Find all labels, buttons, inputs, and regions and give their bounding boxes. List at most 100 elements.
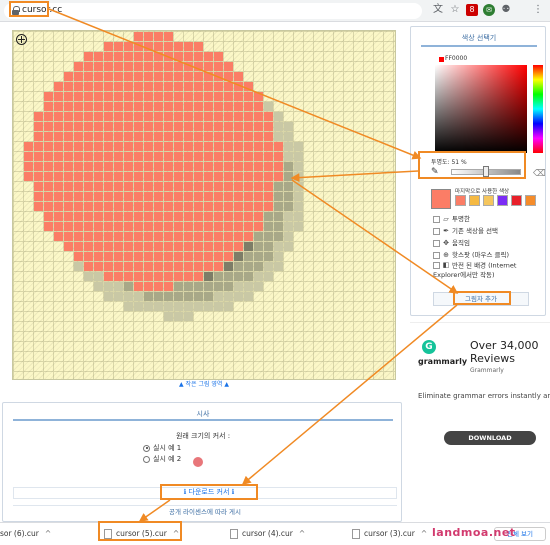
pixel-main[interactable] [224,82,233,91]
pixel-shadow[interactable] [154,292,163,301]
checkbox[interactable] [433,215,440,223]
mail-icon[interactable]: ✉ [483,4,495,16]
pixel-main[interactable] [104,242,113,251]
pixel-main[interactable] [74,232,83,241]
pixel-main[interactable] [174,242,183,251]
people-icon[interactable]: ⚉ [500,4,512,16]
pixel-shadow[interactable] [224,292,233,301]
pixel-shadow[interactable] [244,242,253,251]
pixel-shadow[interactable] [284,132,293,141]
pixel-main[interactable] [194,112,203,121]
pixel-main[interactable] [254,92,263,101]
pixel-shadow[interactable] [264,252,273,261]
pixel-shadow[interactable] [254,232,263,241]
recent-color-swatch[interactable] [511,195,522,206]
pixel-main[interactable] [124,112,133,121]
pixel-main[interactable] [114,272,123,281]
pixel-main[interactable] [124,192,133,201]
pixel-main[interactable] [144,92,153,101]
pixel-main[interactable] [104,152,113,161]
pixel-main[interactable] [104,142,113,151]
pixel-main[interactable] [164,112,173,121]
pixel-shadow[interactable] [244,262,253,271]
pixel-main[interactable] [164,282,173,291]
pixel-main[interactable] [174,132,183,141]
pixel-main[interactable] [94,182,103,191]
pixel-main[interactable] [204,182,213,191]
pixel-main[interactable] [74,142,83,151]
pixel-main[interactable] [204,72,213,81]
pixel-shadow[interactable] [284,142,293,151]
pixel-shadow[interactable] [284,172,293,181]
pixel-shadow[interactable] [164,302,173,311]
pixel-main[interactable] [104,262,113,271]
pixel-main[interactable] [124,102,133,111]
pixel-main[interactable] [194,172,203,181]
pixel-shadow[interactable] [274,112,283,121]
pixel-main[interactable] [134,222,143,231]
pixel-main[interactable] [204,222,213,231]
pixel-shadow[interactable] [294,182,303,191]
pixel-main[interactable] [44,192,53,201]
pixel-shadow[interactable] [104,282,113,291]
download-item[interactable]: cursor (6).cur^ [0,527,51,541]
pixel-main[interactable] [154,212,163,221]
pixel-shadow[interactable] [184,292,193,301]
pixel-main[interactable] [54,122,63,131]
pixel-main[interactable] [164,32,173,41]
pixel-main[interactable] [164,212,173,221]
pixel-shadow[interactable] [294,172,303,181]
pixel-main[interactable] [154,162,163,171]
pixel-main[interactable] [144,252,153,261]
pixel-main[interactable] [54,102,63,111]
pixel-main[interactable] [254,152,263,161]
pixel-main[interactable] [114,82,123,91]
pixel-shadow[interactable] [164,292,173,301]
pixel-main[interactable] [94,242,103,251]
pixel-shadow[interactable] [214,292,223,301]
pixel-main[interactable] [234,102,243,111]
pixel-shadow[interactable] [284,162,293,171]
pixel-main[interactable] [154,202,163,211]
pixel-main[interactable] [104,112,113,121]
pixel-shadow[interactable] [274,192,283,201]
pixel-main[interactable] [124,232,133,241]
pixel-main[interactable] [134,52,143,61]
pixel-main[interactable] [164,172,173,181]
pixel-main[interactable] [94,52,103,61]
pixel-main[interactable] [204,62,213,71]
pixel-main[interactable] [234,82,243,91]
pixel-main[interactable] [214,82,223,91]
pixel-main[interactable] [114,162,123,171]
pixel-main[interactable] [164,152,173,161]
pixel-shadow[interactable] [74,262,83,271]
pixel-main[interactable] [54,152,63,161]
pixel-main[interactable] [224,142,233,151]
pixel-main[interactable] [84,212,93,221]
pixel-main[interactable] [194,102,203,111]
pixel-main[interactable] [134,182,143,191]
pixel-shadow[interactable] [214,282,223,291]
checkbox[interactable] [433,251,440,259]
pixel-main[interactable] [174,82,183,91]
pixel-main[interactable] [194,122,203,131]
pixel-main[interactable] [144,122,153,131]
chevron-up-icon[interactable]: ^ [45,527,51,541]
pixel-main[interactable] [134,82,143,91]
pixel-main[interactable] [144,42,153,51]
pixel-main[interactable] [164,242,173,251]
pixel-main[interactable] [154,122,163,131]
pixel-main[interactable] [124,162,133,171]
pixel-main[interactable] [124,72,133,81]
pixel-main[interactable] [174,182,183,191]
pixel-main[interactable] [244,152,253,161]
pixel-main[interactable] [214,212,223,221]
pixel-main[interactable] [134,242,143,251]
menu-icon[interactable]: ⋮ [532,4,544,16]
pixel-main[interactable] [114,152,123,161]
pixel-main[interactable] [34,172,43,181]
pixel-shadow[interactable] [114,292,123,301]
pixel-main[interactable] [144,172,153,181]
pixel-main[interactable] [64,212,73,221]
pixel-main[interactable] [254,142,263,151]
